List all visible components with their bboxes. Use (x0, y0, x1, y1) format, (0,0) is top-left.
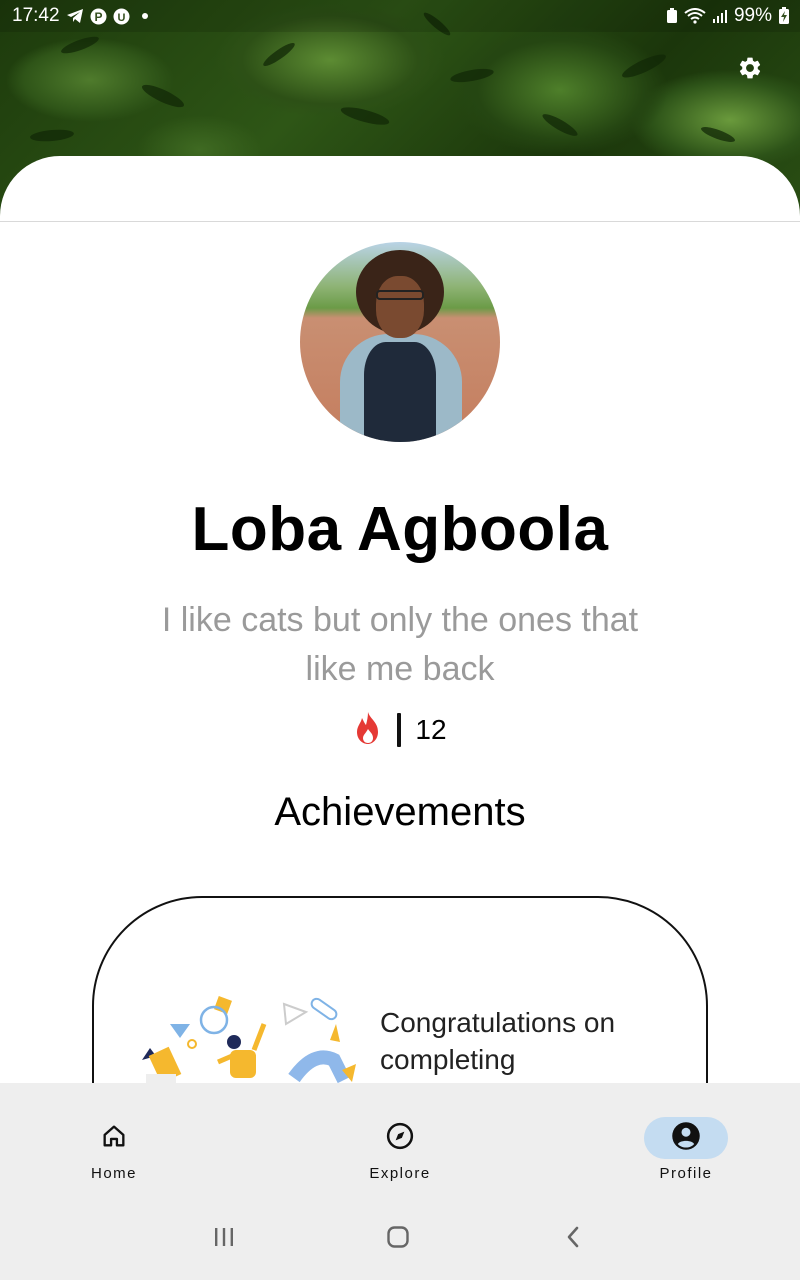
upwork-icon: U (113, 8, 130, 25)
bottom-navigation: Home Explore Profile (0, 1083, 800, 1198)
achievements-heading: Achievements (274, 790, 526, 834)
svg-text:U: U (117, 12, 125, 24)
battery-saver-icon (666, 8, 678, 24)
fire-icon (353, 711, 383, 750)
telegram-icon (66, 8, 84, 24)
status-bar: 17:42 P U 99% (0, 0, 800, 32)
nav-item-explore[interactable]: Explore (314, 1083, 486, 1198)
streak-separator (397, 713, 402, 747)
streak-count: 12 (415, 714, 447, 745)
back-icon (562, 1225, 584, 1254)
avatar (300, 242, 500, 442)
nav-item-home[interactable]: Home (28, 1083, 200, 1198)
account-circle-icon (671, 1121, 701, 1156)
notification-dot-icon (141, 13, 148, 19)
nav-item-profile[interactable]: Profile (600, 1083, 772, 1198)
system-navigation-bar (0, 1198, 800, 1280)
profile-sheet (0, 156, 800, 222)
recents-button[interactable] (204, 1224, 244, 1254)
home-circle-icon (386, 1225, 410, 1254)
nav-label-profile: Profile (659, 1165, 713, 1182)
back-button[interactable] (553, 1224, 593, 1254)
battery-charging-icon (778, 7, 790, 25)
pinterest-icon: P (90, 8, 107, 25)
nav-indicator-active (644, 1117, 728, 1159)
home-icon (100, 1122, 128, 1155)
svg-text:P: P (94, 10, 102, 24)
battery-percentage: 99% (733, 5, 772, 26)
signal-icon (712, 8, 728, 24)
nav-label-home: Home (90, 1165, 137, 1182)
wifi-icon (684, 8, 706, 24)
clock: 17:42 (12, 5, 60, 26)
divider (0, 221, 800, 222)
achievement-text: Congratulations on completing (380, 1007, 616, 1075)
streak-indicator: 12 (0, 710, 800, 750)
compass-icon (385, 1121, 415, 1156)
nav-label-explore: Explore (369, 1165, 431, 1182)
nav-indicator (358, 1117, 442, 1159)
recents-icon (212, 1226, 236, 1253)
nav-indicator (72, 1117, 156, 1159)
profile-name: Loba Agboola (191, 495, 609, 564)
gear-icon (737, 55, 763, 86)
system-home-button[interactable] (378, 1224, 418, 1254)
settings-button[interactable] (736, 56, 764, 84)
profile-bio: I like cats but only the ones that like … (161, 601, 639, 688)
